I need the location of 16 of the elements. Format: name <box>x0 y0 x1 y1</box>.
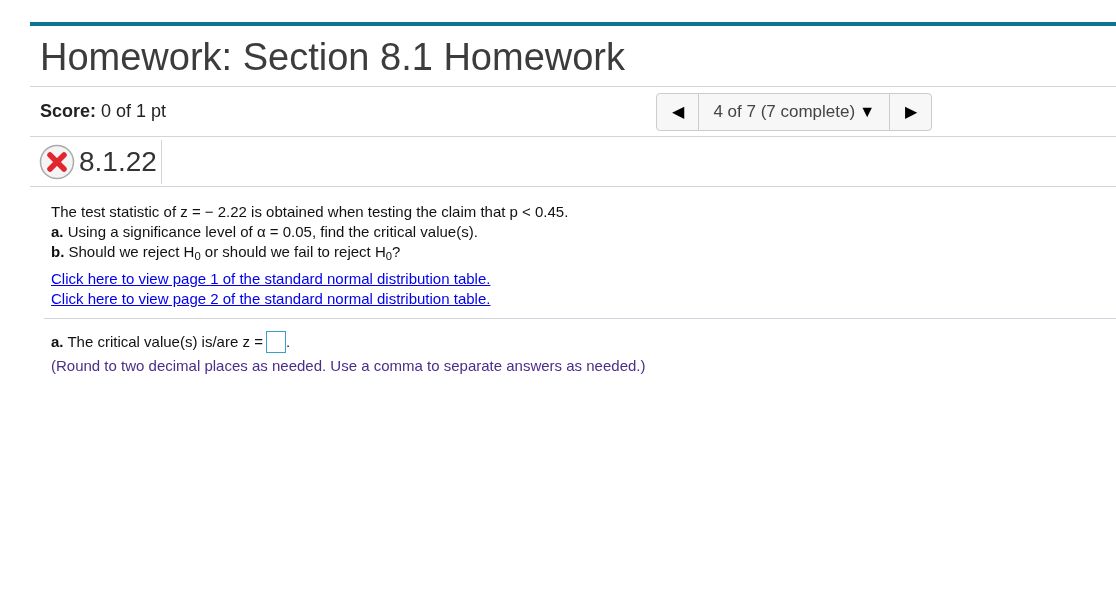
question-dropdown[interactable]: 4 of 7 (7 complete) ▼ <box>699 93 889 130</box>
table-link[interactable]: Click here to view page 2 of the standard normal distribution table. <box>51 289 491 309</box>
question-text: The test statistic of z = − 2.22 is obtained when testing the claim that p < 0.45. <box>51 202 570 222</box>
question-text: a. Using a significance level of α = 0.05, find the critical value(s). <box>51 222 479 242</box>
answer-period: . <box>285 332 291 352</box>
rounding-note: (Round to two decimal places as needed. Use a comma to separate answers as needed.) <box>51 356 647 376</box>
next-button[interactable]: ▶ <box>889 93 931 130</box>
question-number: 8.1.22 <box>79 139 162 184</box>
answer-prompt: a. The critical value(s) is/are z = <box>51 332 263 352</box>
previous-button[interactable]: ◀ <box>657 93 700 130</box>
page-title: Homework: Section 8.1 Homework <box>39 35 626 80</box>
score-value: 0 of 1 pt <box>101 101 167 121</box>
table-link[interactable]: Click here to view page 1 of the standard normal distribution table. <box>51 269 491 289</box>
score-label: Score: <box>40 101 97 121</box>
answer-box[interactable] <box>265 331 286 353</box>
question-text: b. Should we reject H$_{0}$ or should we fail to reject H$_{0}$? <box>51 242 402 262</box>
